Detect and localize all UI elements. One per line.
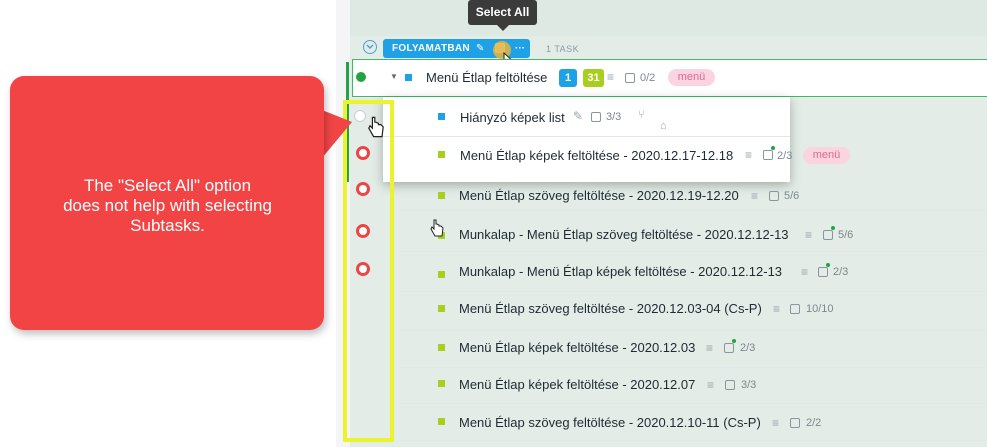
checklist-count: 5/6 xyxy=(784,190,800,202)
checklist-count: 2/3 xyxy=(833,266,849,278)
lime-count-badge[interactable]: 31 xyxy=(583,69,604,87)
checklist-count: 2/3 xyxy=(740,342,756,354)
checklist-count: 3/3 xyxy=(741,379,757,391)
row-divider xyxy=(400,330,987,331)
callout-text: The "Select All" option does not help wi… xyxy=(40,176,295,236)
callout-line: does not help with selecting xyxy=(63,196,272,215)
checklist-icon xyxy=(725,380,735,390)
tag-menu[interactable]: menü xyxy=(668,69,715,86)
checklist-icon xyxy=(790,304,800,314)
popup-subtask-name[interactable]: Hiányzó képek list xyxy=(460,110,565,125)
description-icon: ≡ xyxy=(751,189,759,203)
checklist-done-dot xyxy=(732,339,736,343)
checklist-count: 2/2 xyxy=(806,417,822,429)
subtask-name[interactable]: Menü Étlap képek feltöltése - 2020.12.03 xyxy=(459,340,695,355)
subtask-status-square[interactable] xyxy=(438,271,445,278)
checklist-icon xyxy=(625,73,635,83)
subtask-status-square[interactable] xyxy=(438,344,445,351)
subtask-name[interactable]: Menü Étlap szöveg feltöltése - 2020.12.1… xyxy=(459,415,761,430)
description-icon: ≡ xyxy=(707,378,715,392)
task-count: 1 TASK xyxy=(546,44,580,54)
subtask-status-square[interactable] xyxy=(438,192,445,199)
description-icon: ≡ xyxy=(801,265,809,279)
subtask-name[interactable]: Munkalap - Menü Étlap szöveg feltöltése … xyxy=(459,227,789,242)
subtask-branch-icon[interactable]: ⑂ xyxy=(638,109,645,121)
checklist-icon xyxy=(790,418,800,428)
checklist-icon xyxy=(818,267,828,277)
row-divider xyxy=(400,403,987,404)
checklist-count: 3/3 xyxy=(606,111,622,123)
subtask-name[interactable]: Menü Étlap szöveg feltöltése - 2020.12.0… xyxy=(459,301,762,316)
status-done-dot[interactable] xyxy=(356,72,366,82)
rename-icon[interactable]: ✎ xyxy=(573,109,583,123)
subtask-count-badge[interactable]: 1 xyxy=(559,69,577,87)
description-icon: ≡ xyxy=(773,302,781,316)
checklist-done-dot xyxy=(831,226,835,230)
checklist-icon xyxy=(763,150,773,160)
tag-icon[interactable]: ⌂ xyxy=(660,120,667,132)
row-divider xyxy=(400,367,987,368)
checklist-icon xyxy=(724,343,734,353)
description-icon: ≡ xyxy=(805,228,813,242)
description-icon: ≡ xyxy=(607,70,615,84)
subtask-name[interactable]: Munkalap - Menü Étlap képek feltöltése -… xyxy=(459,264,782,279)
checklist-icon xyxy=(591,112,601,122)
parent-task-name[interactable]: Menü Étlap feltöltése xyxy=(426,70,547,85)
subtask-status-square[interactable] xyxy=(438,305,445,312)
task-status-square[interactable] xyxy=(405,74,412,81)
row-divider xyxy=(400,440,987,441)
subtask-name[interactable]: Menü Étlap képek feltöltése - 2020.12.07 xyxy=(459,377,695,392)
checklist-done-dot xyxy=(826,263,830,267)
row-divider xyxy=(400,210,987,211)
select-all-tooltip: Select All xyxy=(468,0,537,25)
checklist-count: 0/2 xyxy=(640,72,656,84)
checklist-done-dot xyxy=(771,146,775,150)
callout-line: The "Select All" option xyxy=(83,176,252,195)
popup-subtask-name[interactable]: Menü Étlap képek feltöltése - 2020.12.17… xyxy=(460,148,733,163)
description-icon: ≡ xyxy=(772,416,780,430)
collapse-group-button[interactable] xyxy=(363,40,377,54)
tooltip-arrow xyxy=(497,25,509,31)
subtask-popup xyxy=(383,97,790,182)
expand-caret-icon[interactable]: ▼ xyxy=(390,72,398,81)
checklist-count: 2/3 xyxy=(777,150,793,162)
description-icon: ≡ xyxy=(706,341,714,355)
subtask-status-square[interactable] xyxy=(438,151,445,158)
subtask-status-square[interactable] xyxy=(438,418,445,425)
description-icon: ≡ xyxy=(745,148,753,162)
group-header-strip xyxy=(350,0,987,36)
checklist-count: 10/10 xyxy=(806,303,834,315)
callout-line: Subtasks. xyxy=(130,216,205,235)
subtask-status-square[interactable] xyxy=(438,113,445,120)
checklist-count: 5/6 xyxy=(838,229,854,241)
status-label: FOLYAMATBAN xyxy=(392,43,470,54)
checklist-icon xyxy=(769,191,779,201)
row-divider xyxy=(400,291,987,292)
checklist-icon xyxy=(823,230,833,240)
tag-menu[interactable]: menü xyxy=(803,147,850,164)
popup-divider xyxy=(383,136,790,137)
chevron-down-icon xyxy=(366,44,374,50)
callout-pointer xyxy=(322,110,352,158)
edit-status-icon[interactable]: ✎ xyxy=(476,41,484,56)
subtask-name[interactable]: Menü Étlap szöveg feltöltése - 2020.12.1… xyxy=(459,188,739,203)
row-divider xyxy=(400,251,987,252)
subtask-status-square[interactable] xyxy=(438,380,445,387)
hand-cursor-icon xyxy=(430,219,444,237)
